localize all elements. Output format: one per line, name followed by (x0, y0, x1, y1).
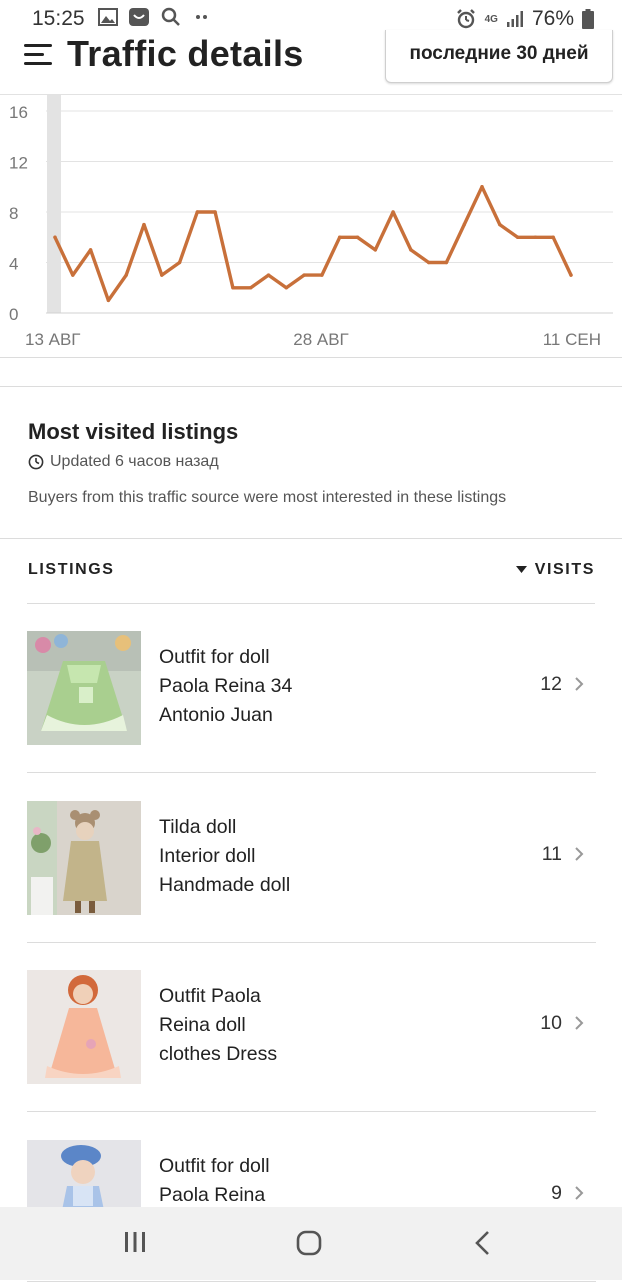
chart-data-point (462, 222, 466, 227)
search-icon (161, 7, 180, 26)
listing-thumbnail (27, 801, 141, 915)
chart-data-point (88, 248, 93, 252)
listing-row[interactable]: Outfit for doll Paola Reina 34 Antonio J… (27, 603, 596, 773)
chart-data-point (249, 286, 253, 290)
chart-data-point (142, 222, 146, 227)
chart-data-point (373, 248, 377, 252)
listings-column-header: LISTINGS (28, 561, 115, 578)
chart-data-point (160, 273, 164, 277)
messenger-icon (129, 8, 149, 26)
listing-row[interactable]: Outfit Paola Reina doll clothes Dress 10 (27, 942, 596, 1112)
chart-data-point (302, 273, 306, 277)
chart-data-point (409, 248, 413, 252)
chart-x-tick-label: 11 СЕН (543, 330, 601, 349)
chart-highlight-band (47, 95, 61, 313)
chart-data-point (266, 273, 271, 277)
listing-row[interactable]: Tilda doll Interior doll Handmade doll 1… (27, 773, 596, 943)
visits-sort-button[interactable]: VISITS (515, 561, 595, 579)
visits-column-header: VISITS (534, 561, 595, 578)
chart-x-tick-label: 13 АВГ (25, 330, 81, 349)
chart-data-point (71, 273, 75, 277)
page-title: Traffic details (67, 33, 304, 74)
chart-data-point (355, 235, 360, 239)
chart-data-point (569, 273, 573, 277)
listing-title: Tilda doll Interior doll Handmade doll (159, 816, 291, 896)
chevron-right-icon (575, 1016, 584, 1030)
traffic-line-chart: 0 4 8 12 16 13 АВГ 28 АВГ 11 СЕН (9, 95, 613, 349)
chart-data-point (177, 260, 182, 265)
chart-y-tick-label: 0 (9, 305, 18, 324)
listing-thumbnail (27, 631, 141, 745)
chart-data-point (533, 235, 538, 239)
sort-down-icon (515, 566, 527, 573)
chart-data-point (195, 210, 200, 214)
chevron-right-icon (575, 1186, 584, 1200)
chart-data-point (106, 298, 111, 303)
most-visited-section: Most visited listings Updated 6 часов на… (0, 386, 622, 506)
updated-info: Updated 6 часов назад (28, 453, 219, 471)
traffic-chart: 0 4 8 12 16 13 АВГ 28 АВГ 11 СЕН (0, 95, 622, 358)
menu-icon-line (24, 53, 44, 56)
chart-data-point (426, 260, 431, 265)
listing-title: Outfit for doll Paola Reina 34 Antonio J… (159, 646, 293, 726)
listing-visits: 9 (551, 1182, 562, 1204)
chart-data-point (53, 235, 57, 239)
chevron-right-icon (575, 847, 584, 861)
listing-visits: 10 (540, 1012, 562, 1034)
app-header: Traffic details последние 30 дней (0, 30, 622, 95)
chart-data-point (391, 210, 395, 214)
chart-data-point (337, 235, 342, 239)
battery-percent: 76% (531, 7, 574, 30)
listing-title: Outfit Paola Reina doll clothes Dress (159, 985, 278, 1065)
status-time: 15:25 (32, 7, 85, 30)
section-description: Buyers from this traffic source were mos… (28, 489, 507, 506)
chart-data-point (444, 260, 449, 265)
back-icon[interactable] (472, 1229, 494, 1257)
signal-icon (506, 11, 523, 27)
menu-button[interactable] (24, 44, 52, 66)
battery-icon (582, 9, 594, 29)
chart-data-point (498, 222, 502, 227)
updated-text: Updated 6 часов назад (50, 453, 219, 470)
menu-icon-line (24, 44, 52, 47)
listing-title: Outfit for doll Paola Reina (159, 1155, 270, 1206)
gallery-icon (98, 8, 118, 26)
date-range-button[interactable]: последние 30 дней (385, 30, 613, 83)
clock-icon (28, 454, 44, 470)
system-nav-bar (0, 1207, 622, 1280)
more-dots-icon (196, 15, 207, 19)
chart-series-line (53, 185, 573, 303)
chart-data-point (480, 185, 484, 189)
menu-icon-line (24, 62, 52, 65)
chart-y-tick-label: 4 (9, 255, 18, 274)
listings-table-header: LISTINGS VISITS (0, 538, 622, 604)
alarm-icon (456, 9, 475, 29)
chart-data-point (213, 210, 217, 214)
recent-apps-icon[interactable] (122, 1229, 148, 1255)
chart-x-tick-label: 28 АВГ (293, 330, 349, 349)
chart-data-point (231, 286, 235, 290)
chart-data-point (124, 273, 128, 277)
4g-icon: 4G (484, 13, 498, 25)
home-icon[interactable] (295, 1229, 323, 1257)
section-title: Most visited listings (28, 419, 239, 444)
chart-data-point (551, 235, 555, 239)
chart-y-tick-label: 12 (9, 154, 28, 173)
chart-y-tick-label: 16 (9, 103, 28, 122)
chevron-right-icon (575, 677, 584, 691)
listing-visits: 11 (541, 843, 562, 865)
chart-y-tick-label: 8 (9, 204, 18, 223)
chart-data-point (320, 273, 324, 277)
listing-thumbnail (27, 970, 141, 1084)
chart-data-point (284, 286, 289, 290)
listing-visits: 12 (540, 673, 562, 695)
chart-data-point (515, 235, 520, 239)
